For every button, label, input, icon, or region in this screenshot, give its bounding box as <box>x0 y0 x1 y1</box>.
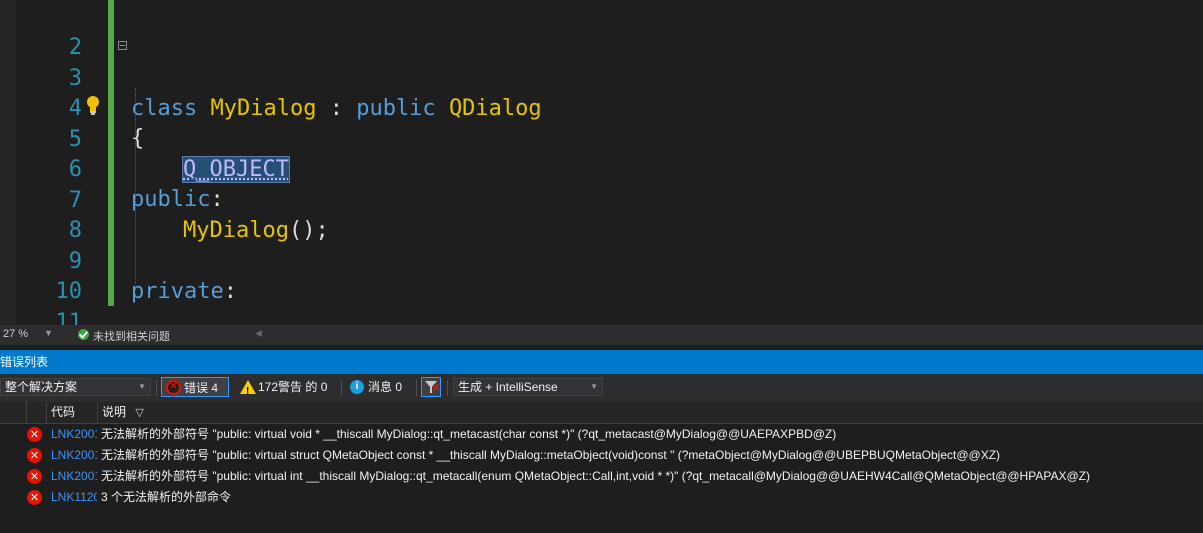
clear-x-icon: ✕ <box>432 383 441 394</box>
error-row[interactable]: ✕ LNK2001 无法解析的外部符号 "public: virtual int… <box>0 466 1203 487</box>
divider <box>156 380 157 396</box>
error-description: 无法解析的外部符号 "public: virtual void * __this… <box>101 427 837 441</box>
messages-label: 消息 0 <box>368 380 403 394</box>
code-line[interactable]: 5 Q_OBJECT <box>0 95 1203 183</box>
error-description: 3 个无法解析的外部命令 <box>101 490 232 504</box>
warning-icon <box>240 380 256 402</box>
scope-select[interactable]: 整个解决方案 ▼ <box>0 378 151 396</box>
error-row[interactable]: ✕ LNK2001 无法解析的外部符号 "public: virtual voi… <box>0 424 1203 445</box>
code-line[interactable]: 8 <box>0 186 1203 243</box>
line-number: 11 <box>55 310 83 325</box>
lightbulb-icon[interactable] <box>84 95 102 117</box>
error-icon: ✕ <box>27 469 42 484</box>
editor-status-bar: 27 % ▼ 未找到相关问题 ◀ <box>0 325 1203 345</box>
warnings-label: 172警告 的 0 <box>258 380 328 394</box>
code-line[interactable]: 11 }; <box>0 278 1203 325</box>
column-header-icon[interactable] <box>26 402 46 423</box>
code-line[interactable]: 2 <box>0 3 1203 60</box>
error-code[interactable]: LNK2001 <box>51 424 97 445</box>
column-header-description[interactable]: 说明 ▽ <box>97 402 1203 423</box>
panel-title: 错误列表 <box>0 355 49 369</box>
zoom-dropdown-icon[interactable]: ▼ <box>44 328 53 338</box>
error-row[interactable]: ✕ LNK1120 3 个无法解析的外部命令 <box>0 487 1203 508</box>
code-line[interactable]: 10 <box>0 247 1203 304</box>
sort-filter-icon[interactable]: ▽ <box>135 407 143 419</box>
error-icon: ✕ <box>27 448 42 463</box>
error-icon: ✕ <box>27 490 42 505</box>
divider <box>341 380 342 396</box>
build-source-select[interactable]: 生成 + IntelliSense ▼ <box>453 378 603 396</box>
scope-select-value: 整个解决方案 <box>5 380 78 394</box>
build-source-value: 生成 + IntelliSense <box>458 380 558 394</box>
divider <box>416 380 417 396</box>
code-line[interactable]: 3 class MyDialog : public QDialog <box>0 34 1203 121</box>
indent-guide <box>135 88 136 284</box>
error-code[interactable]: LNK2001 <box>51 466 97 487</box>
code-editor[interactable]: 2 3 class MyDialog : public QDialog 4 { … <box>0 0 1203 325</box>
column-label-code: 代码 <box>51 405 76 419</box>
issues-status[interactable]: 未找到相关问题 <box>93 328 170 344</box>
column-label-description: 说明 <box>102 405 127 419</box>
warnings-filter-button[interactable]: 172警告 的 0 <box>236 377 340 402</box>
scroll-left-icon[interactable]: ◀ <box>255 328 262 339</box>
code-line[interactable]: 7 MyDialog(); <box>0 156 1203 243</box>
error-icon: ✕ <box>27 427 42 442</box>
error-list-header: 代码 说明 ▽ <box>0 402 1203 424</box>
error-code[interactable]: LNK1120 <box>51 487 97 508</box>
info-icon: i <box>350 380 364 394</box>
chevron-down-icon: ▼ <box>590 382 598 391</box>
error-list-rows: ✕ LNK2001 无法解析的外部符号 "public: virtual voi… <box>0 424 1203 533</box>
error-description: 无法解析的外部符号 "public: virtual struct QMetaO… <box>101 448 1001 462</box>
clear-filter-button[interactable]: ✕ <box>421 377 441 397</box>
code-line[interactable]: 9 private: <box>0 217 1203 304</box>
check-circle-icon <box>78 329 89 340</box>
error-list-title-bar[interactable]: 错误列表 <box>0 350 1203 374</box>
error-code[interactable]: LNK2001 <box>51 445 97 466</box>
collapse-toggle-icon[interactable] <box>118 41 127 50</box>
error-row[interactable]: ✕ LNK2001 无法解析的外部符号 "public: virtual str… <box>0 445 1203 466</box>
code-line[interactable]: 6 public: <box>0 125 1203 212</box>
error-list-toolbar: 整个解决方案 ▼ ✕ 错误 4 172警告 的 0 i 消息 0 ✕ 生成 + … <box>0 374 1203 402</box>
code-line[interactable]: 4 { <box>0 64 1203 151</box>
column-header-code[interactable]: 代码 <box>46 402 97 423</box>
messages-filter-button[interactable]: i 消息 0 <box>346 377 414 397</box>
divider <box>447 380 448 396</box>
error-icon: ✕ <box>166 380 181 395</box>
chevron-down-icon: ▼ <box>138 382 146 391</box>
error-description: 无法解析的外部符号 "public: virtual int __thiscal… <box>101 469 1090 483</box>
errors-filter-button[interactable]: ✕ 错误 4 <box>161 377 229 397</box>
zoom-level[interactable]: 27 % <box>3 328 28 340</box>
errors-label: 错误 4 <box>184 381 219 395</box>
